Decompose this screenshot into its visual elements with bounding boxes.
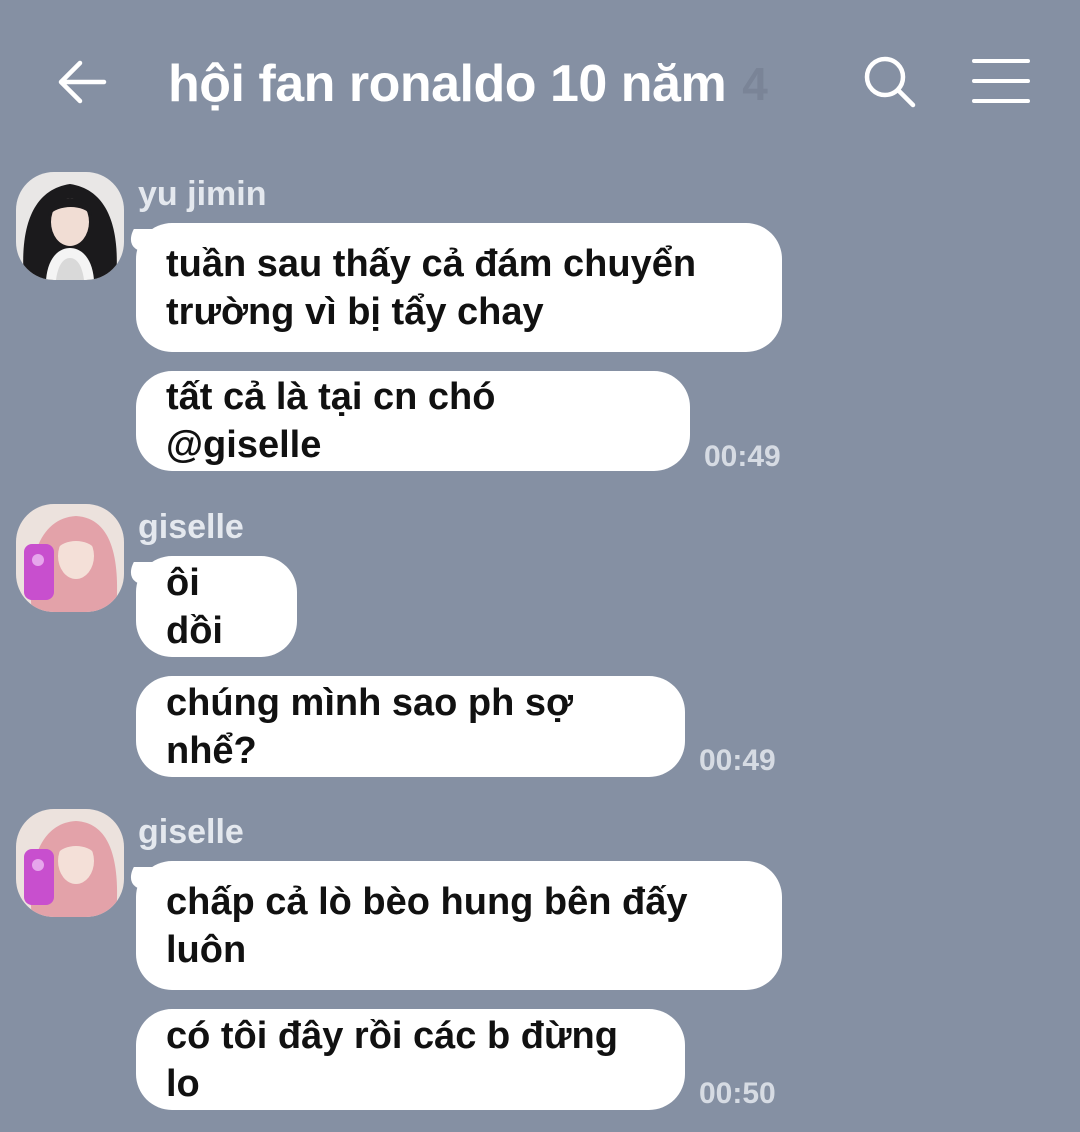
avatar-photo (16, 172, 124, 280)
message-bubble[interactable]: có tôi đây rồi các b đừng lo (136, 1009, 685, 1110)
chat-title: hội fan ronaldo 10 năm (168, 55, 727, 113)
chat-title-group[interactable]: hội fan ronaldo 10 năm 4 (168, 52, 768, 116)
chat-header: hội fan ronaldo 10 năm 4 (0, 0, 1080, 160)
message-text: chúng mình sao ph sợ nhể? (166, 681, 574, 772)
back-button[interactable] (52, 52, 112, 112)
message-text: tất cả là tại cn chó @giselle (166, 376, 496, 466)
message-bubble[interactable]: tất cả là tại cn chó @giselle (136, 371, 690, 471)
message-text: có tôi đây rồi các b đừng lo (166, 1014, 618, 1105)
menu-button[interactable] (970, 55, 1032, 107)
arrow-left-icon (58, 60, 107, 104)
message-timestamp: 00:49 (699, 744, 776, 777)
avatar-photo (16, 504, 124, 612)
message-bubble[interactable]: chúng mình sao ph sợ nhể? (136, 676, 685, 777)
message-bubble[interactable]: tuần sau thấy cả đám chuyển trường vì bị… (136, 223, 782, 352)
message-timestamp: 00:50 (699, 1077, 776, 1110)
message-text: chấp cả lò bèo hung bên đấy luôn (166, 880, 688, 971)
search-button[interactable] (860, 52, 920, 112)
sender-name: giselle (138, 508, 244, 546)
hamburger-menu-icon (972, 59, 1030, 103)
message-text: tuần sau thấy cả đám chuyển trường vì bị… (166, 242, 697, 333)
sender-name: yu jimin (138, 175, 267, 213)
message-bubble[interactable]: ôi dồi (136, 556, 297, 657)
message-timestamp: 00:49 (704, 440, 781, 473)
message-bubble[interactable]: chấp cả lò bèo hung bên đấy luôn (136, 861, 782, 990)
sender-name: giselle (138, 813, 244, 851)
avatar-giselle[interactable] (16, 809, 124, 917)
message-text: ôi dồi (166, 561, 223, 652)
avatar-photo (16, 809, 124, 917)
avatar-giselle[interactable] (16, 504, 124, 612)
member-count: 4 (742, 58, 768, 110)
search-icon (864, 56, 916, 108)
avatar-yu-jimin[interactable] (16, 172, 124, 280)
